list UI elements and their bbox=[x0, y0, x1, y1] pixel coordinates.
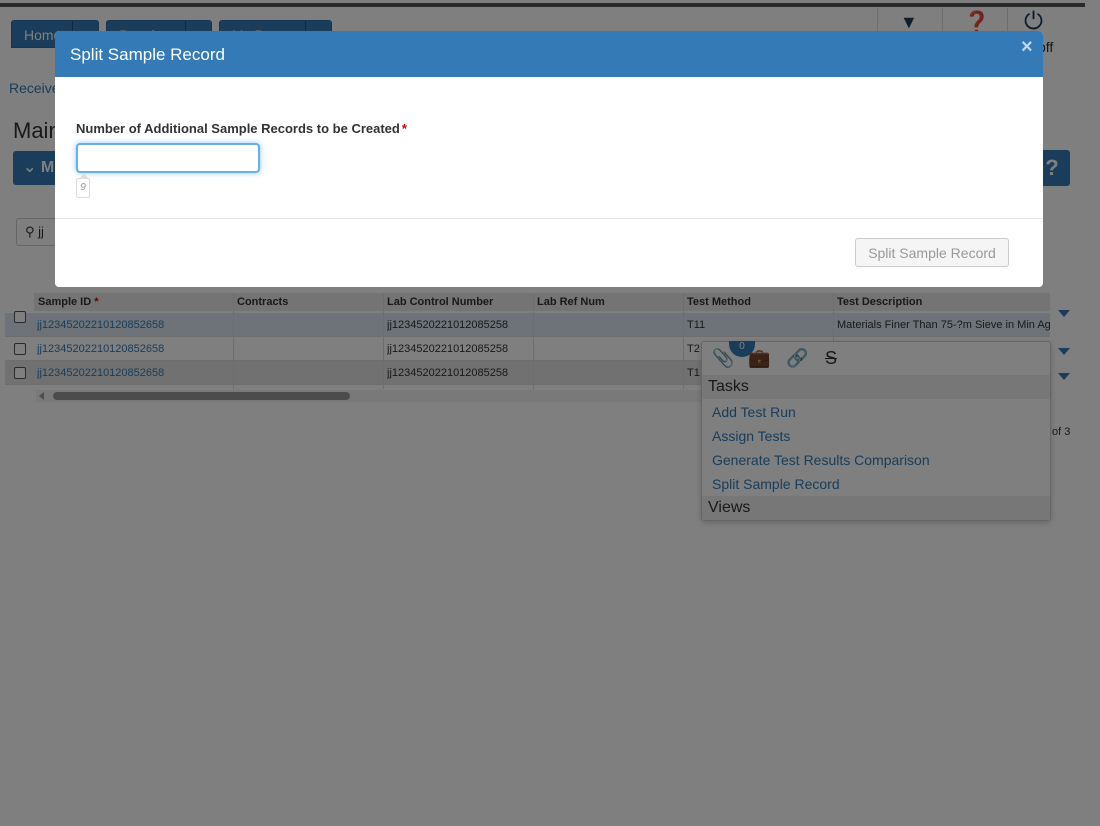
additional-records-input[interactable] bbox=[76, 143, 260, 173]
field-label: Number of Additional Sample Records to b… bbox=[76, 121, 407, 136]
input-hint: 9 bbox=[76, 173, 90, 198]
dialog-header: Split Sample Record × bbox=[55, 31, 1043, 77]
split-sample-dialog: Split Sample Record × Number of Addition… bbox=[55, 31, 1043, 287]
dialog-title: Split Sample Record bbox=[70, 45, 225, 64]
field-label-text: Number of Additional Sample Records to b… bbox=[76, 121, 400, 136]
required-marker: * bbox=[401, 121, 407, 136]
dialog-divider bbox=[55, 218, 1043, 219]
close-icon[interactable]: × bbox=[1021, 36, 1033, 59]
split-sample-record-button[interactable]: Split Sample Record bbox=[855, 238, 1009, 267]
